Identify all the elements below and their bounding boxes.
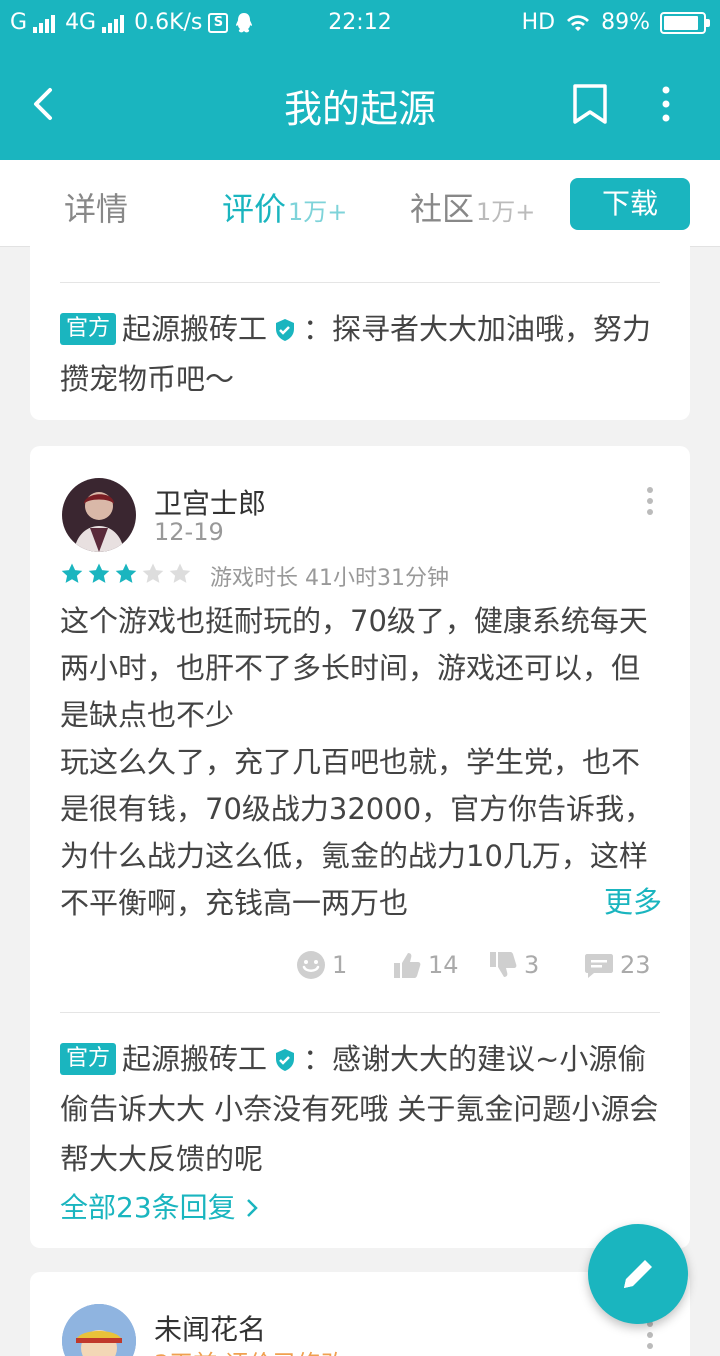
star-filled-icon: [88, 563, 110, 583]
dislike-button[interactable]: 3: [488, 950, 539, 980]
review-card: 卫宫士郎 12-19 游戏时长 41小时31分钟 这个游戏也挺耐玩的，70级了，…: [30, 446, 690, 1248]
review-date: 12-19: [154, 518, 224, 546]
review-more-icon[interactable]: [646, 1320, 654, 1350]
verified-icon: [276, 1049, 295, 1071]
divider: [60, 1012, 660, 1013]
tab-details[interactable]: 详情: [64, 184, 128, 230]
thumbs-down-icon: [490, 952, 517, 977]
avatar[interactable]: [62, 478, 136, 552]
battery-icon: [660, 11, 710, 34]
tab-reviews-count: 1万+: [288, 198, 348, 226]
download-button[interactable]: 下载: [570, 178, 690, 230]
bookmark-icon[interactable]: [570, 82, 610, 126]
comment-count: 23: [620, 951, 651, 979]
dislike-count: 3: [524, 951, 540, 979]
tab-reviews[interactable]: 评价1万+: [222, 184, 347, 230]
write-review-button[interactable]: [588, 1224, 688, 1324]
review-paragraph: 这个游戏也挺耐玩的，70级了，健康系统每天两小时，也肝不了多长时间，游戏还可以，…: [60, 604, 648, 732]
review-card-previous: 官方 起源搬砖工 ：探寻者大大加油哦，努力攒宠物币吧～: [30, 230, 690, 420]
more-vert-icon[interactable]: [652, 82, 680, 126]
page-title: 我的起源: [283, 87, 436, 131]
star-filled-icon: [115, 563, 137, 583]
tab-community[interactable]: 社区1万+: [410, 184, 535, 230]
comment-button[interactable]: 23: [584, 950, 651, 980]
emoji-reaction-button[interactable]: 1: [296, 950, 347, 980]
all-replies-label: 全部23条回复: [60, 1191, 236, 1224]
avatar-image: [62, 1304, 136, 1356]
review-date: 3天前 评价已修改: [154, 1344, 345, 1356]
hd-label: HD: [521, 10, 556, 35]
tab-reviews-label: 评价: [222, 190, 287, 228]
thumbs-up-icon: [394, 953, 421, 978]
battery-percent: 89%: [601, 10, 650, 35]
like-count: 14: [428, 951, 459, 979]
star-empty-icon: [142, 563, 164, 583]
rating-stars: [60, 562, 192, 586]
star-filled-icon: [61, 563, 83, 583]
comment-icon: [585, 954, 613, 978]
reply-author[interactable]: 起源搬砖工: [122, 312, 267, 346]
playtime: 游戏时长 41小时31分钟: [210, 566, 449, 591]
wifi-icon: [567, 14, 590, 31]
more-link[interactable]: 更多: [573, 879, 662, 926]
official-reply[interactable]: 官方 起源搬砖工 ：感谢大大的建议~小源偷偷告诉大大 小奈没有死哦 关于氪金问题小源…: [60, 1034, 660, 1184]
all-replies-link[interactable]: 全部23条回复: [60, 1186, 259, 1226]
status-right: HD 89%: [521, 10, 710, 35]
pencil-icon: [624, 1260, 652, 1288]
like-button[interactable]: 14: [392, 950, 459, 980]
official-tag: 官方: [60, 313, 117, 345]
tab-details-label: 详情: [64, 190, 129, 228]
divider: [60, 282, 660, 283]
review-body: 这个游戏也挺耐玩的，70级了，健康系统每天两小时，也肝不了多长时间，游戏还可以，…: [60, 598, 660, 926]
official-reply[interactable]: 官方 起源搬砖工 ：探寻者大大加油哦，努力攒宠物币吧～: [60, 304, 660, 404]
review-stats: 1 14 3 23: [30, 950, 690, 986]
status-bar: G 4G 0.6K/s S 22:12 HD 89%: [0, 0, 720, 48]
smiley-icon: [297, 951, 325, 979]
chevron-right-icon: [246, 1199, 258, 1217]
app-header: 我的起源: [0, 48, 720, 160]
emoji-count: 1: [332, 951, 348, 979]
avatar-image: [62, 478, 136, 552]
star-empty-icon: [169, 563, 191, 583]
verified-icon: [276, 319, 295, 341]
tab-community-label: 社区: [410, 190, 475, 228]
avatar[interactable]: [62, 1304, 136, 1356]
review-paragraph: 玩这么久了，充了几百吧也就，学生党，也不是很有钱，70级战力32000，官方你告…: [60, 745, 654, 920]
review-username[interactable]: 卫宫士郎: [154, 482, 266, 522]
tab-community-count: 1万+: [476, 198, 536, 226]
official-tag: 官方: [60, 1043, 117, 1075]
review-username[interactable]: 未闻花名: [154, 1308, 266, 1348]
reply-author[interactable]: 起源搬砖工: [122, 1042, 267, 1076]
review-more-icon[interactable]: [646, 486, 654, 516]
